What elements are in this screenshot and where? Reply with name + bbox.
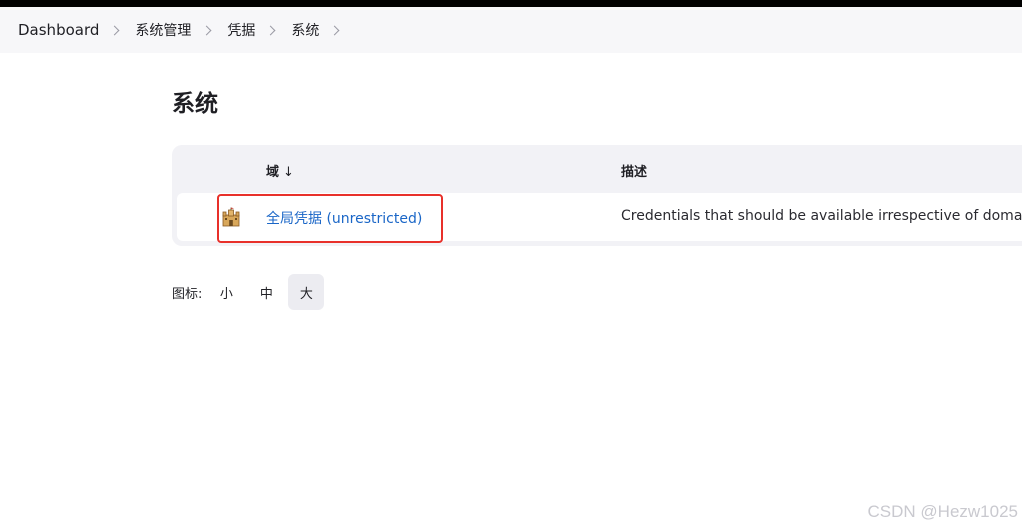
highlight-box <box>217 194 443 243</box>
column-header-description[interactable]: 描述 <box>621 161 647 180</box>
chevron-right-icon[interactable] <box>109 25 120 35</box>
top-bar <box>0 0 1022 7</box>
breadcrumb-system-management[interactable]: 系统管理 <box>135 20 191 40</box>
domain-description: Credentials that should be available irr… <box>621 208 1022 224</box>
icon-size-small[interactable]: 小 <box>208 274 244 310</box>
icon-size-large[interactable]: 大 <box>288 274 325 310</box>
breadcrumb-system[interactable]: 系统 <box>291 20 319 40</box>
sort-descending-icon: ↓ <box>283 165 294 180</box>
column-header-domain-label: 域 <box>266 165 280 180</box>
page-title: 系统 <box>172 91 218 117</box>
icon-size-selector: 图标: 小 中 大 <box>172 274 328 310</box>
table-header: 域 ↓ 描述 <box>172 145 1022 193</box>
breadcrumb-dashboard[interactable]: Dashboard <box>18 21 99 39</box>
column-header-domain[interactable]: 域 ↓ <box>266 161 294 180</box>
chevron-right-icon[interactable] <box>201 25 212 35</box>
breadcrumb-credentials[interactable]: 凭据 <box>227 20 255 40</box>
icon-size-label: 图标: <box>172 286 203 302</box>
chevron-right-icon[interactable] <box>329 25 340 35</box>
chevron-right-icon[interactable] <box>265 25 276 35</box>
icon-size-medium[interactable]: 中 <box>248 274 284 310</box>
breadcrumb: Dashboard 系统管理 凭据 系统 <box>0 7 1022 53</box>
watermark: CSDN @Hezw1025 <box>867 502 1018 521</box>
